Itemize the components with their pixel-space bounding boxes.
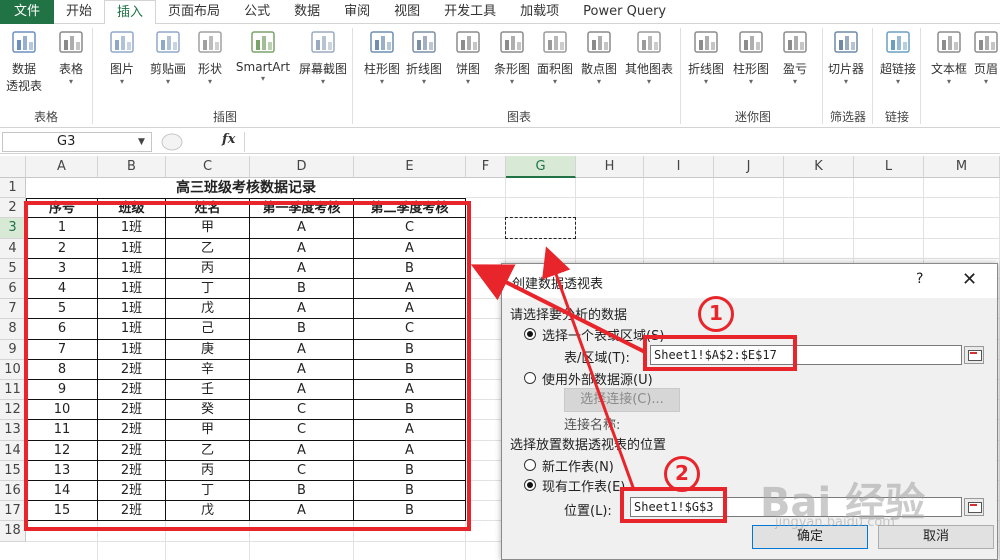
watermark-url: jingyan.baidu.com	[775, 515, 895, 530]
arrow-to-cell-g3	[542, 246, 636, 491]
arrow-to-source-table	[470, 264, 646, 354]
